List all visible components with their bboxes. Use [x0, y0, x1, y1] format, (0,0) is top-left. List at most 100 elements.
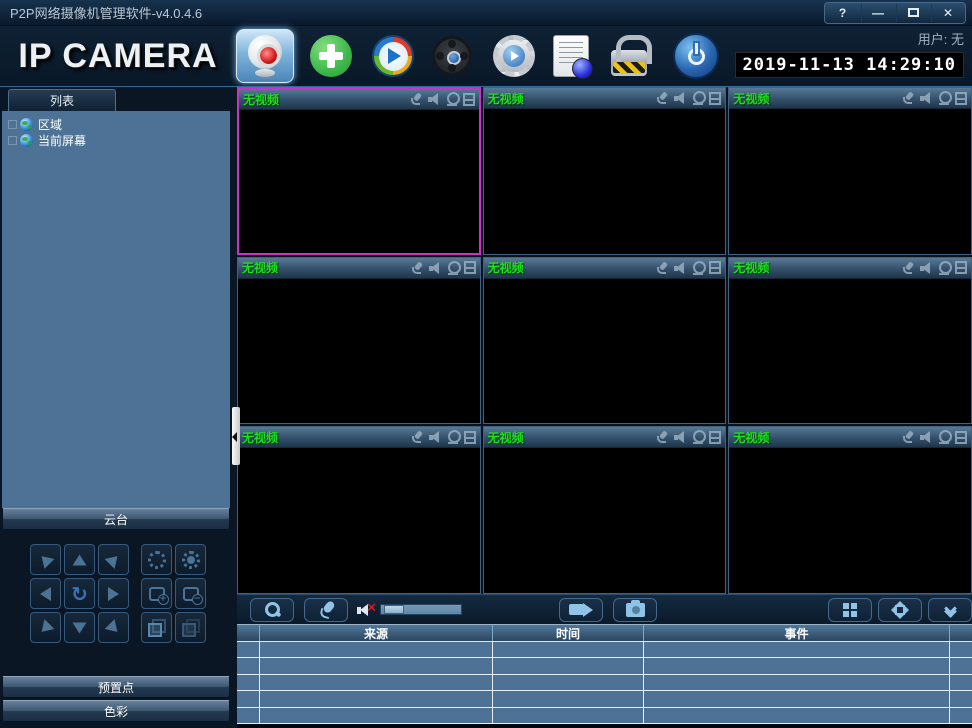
record-icon[interactable] — [709, 431, 721, 444]
mic-icon[interactable] — [410, 261, 424, 275]
mic-icon[interactable] — [901, 91, 915, 105]
snapshot-button[interactable] — [613, 598, 657, 622]
ptz-section-header[interactable]: 云台 — [2, 508, 230, 530]
mute-speaker-icon[interactable]: ✕ — [357, 602, 375, 618]
mic-icon[interactable] — [655, 91, 669, 105]
speaker-icon[interactable] — [427, 92, 441, 106]
record-icon[interactable] — [955, 92, 967, 105]
video-cell-8[interactable]: 无视频 — [483, 426, 727, 594]
add-device-button[interactable] — [294, 35, 352, 77]
iris-close-button[interactable] — [175, 544, 206, 575]
fullscreen-button[interactable] — [878, 598, 922, 622]
minimize-button[interactable]: — — [861, 4, 894, 22]
video-cell-5[interactable]: 无视频 — [483, 257, 727, 425]
mic-icon[interactable] — [410, 430, 424, 444]
tab-list[interactable]: 列表 — [8, 89, 116, 111]
table-row[interactable] — [237, 708, 972, 724]
focus-far-button[interactable] — [175, 612, 206, 643]
sidebar-collapse-handle[interactable] — [232, 407, 240, 465]
mic-icon[interactable] — [409, 92, 423, 106]
camera-icon[interactable] — [691, 261, 705, 275]
maximize-button[interactable] — [896, 4, 929, 22]
tree-item-region[interactable]: 区域 — [2, 116, 230, 132]
record-icon[interactable] — [463, 93, 475, 106]
camera-icon[interactable] — [446, 261, 460, 275]
close-button[interactable]: ✕ — [931, 4, 964, 22]
camera-icon[interactable] — [937, 261, 951, 275]
ptz-right-button[interactable] — [98, 578, 129, 609]
grid-layout-button[interactable] — [828, 598, 872, 622]
table-row[interactable] — [237, 691, 972, 707]
focus-near-button[interactable] — [141, 612, 172, 643]
record-icon[interactable] — [955, 431, 967, 444]
record-icon[interactable] — [709, 261, 721, 274]
record-video-button[interactable] — [559, 598, 603, 622]
help-button[interactable]: ? — [826, 4, 859, 22]
speaker-icon[interactable] — [919, 261, 933, 275]
record-icon[interactable] — [464, 431, 476, 444]
record-icon[interactable] — [709, 92, 721, 105]
speaker-icon[interactable] — [673, 430, 687, 444]
record-icon[interactable] — [464, 261, 476, 274]
table-row[interactable] — [237, 658, 972, 674]
video-cell-3[interactable]: 无视频 — [728, 87, 972, 255]
camera-icon[interactable] — [691, 91, 705, 105]
ptz-up-right-button[interactable] — [98, 544, 129, 575]
camera-icon[interactable] — [937, 91, 951, 105]
column-event[interactable]: 事件 — [644, 625, 950, 641]
mic-icon[interactable] — [901, 430, 915, 444]
video-cell-6[interactable]: 无视频 — [728, 257, 972, 425]
speaker-icon[interactable] — [919, 430, 933, 444]
volume-slider[interactable] — [380, 604, 462, 615]
zoom-out-button[interactable]: − — [175, 578, 206, 609]
ptz-down-right-button[interactable] — [98, 612, 129, 643]
search-button[interactable] — [250, 598, 294, 622]
video-cell-4[interactable]: 无视频 — [237, 257, 481, 425]
speaker-icon[interactable] — [673, 261, 687, 275]
preset-section-header[interactable]: 预置点 — [2, 676, 230, 698]
talk-button[interactable] — [304, 598, 348, 622]
records-button[interactable] — [414, 36, 472, 76]
speaker-icon[interactable] — [919, 91, 933, 105]
volume-slider-handle[interactable] — [384, 605, 404, 614]
speaker-icon[interactable] — [673, 91, 687, 105]
tree-expander[interactable] — [8, 120, 17, 129]
video-cell-2[interactable]: 无视频 — [483, 87, 727, 255]
preview-button[interactable] — [236, 29, 294, 83]
tree-expander[interactable] — [8, 136, 17, 145]
column-source[interactable]: 来源 — [260, 625, 493, 641]
column-extra[interactable] — [950, 625, 972, 641]
camera-icon[interactable] — [691, 430, 705, 444]
video-cell-1[interactable]: 无视频 — [237, 87, 481, 255]
tree-item-current-screen[interactable]: 当前屏幕 — [2, 132, 230, 148]
log-button[interactable] — [535, 35, 589, 77]
column-index[interactable] — [237, 625, 260, 641]
ptz-down-left-button[interactable] — [30, 612, 61, 643]
color-section-header[interactable]: 色彩 — [2, 700, 230, 722]
collapse-panel-button[interactable] — [928, 598, 972, 622]
column-time[interactable]: 时间 — [493, 625, 644, 641]
lock-button[interactable] — [589, 36, 647, 76]
ptz-up-left-button[interactable] — [30, 544, 61, 575]
speaker-icon[interactable] — [428, 261, 442, 275]
speaker-icon[interactable] — [428, 430, 442, 444]
table-row[interactable] — [237, 675, 972, 691]
record-icon[interactable] — [955, 261, 967, 274]
video-cell-9[interactable]: 无视频 — [728, 426, 972, 594]
table-row[interactable] — [237, 642, 972, 658]
video-cell-7[interactable]: 无视频 — [237, 426, 481, 594]
camera-icon[interactable] — [937, 430, 951, 444]
mic-icon[interactable] — [901, 261, 915, 275]
iris-open-button[interactable] — [141, 544, 172, 575]
power-button[interactable] — [647, 33, 719, 79]
mic-icon[interactable] — [655, 261, 669, 275]
camera-icon[interactable] — [445, 92, 459, 106]
ptz-down-button[interactable] — [64, 612, 95, 643]
ptz-left-button[interactable] — [30, 578, 61, 609]
zoom-in-button[interactable]: + — [141, 578, 172, 609]
ptz-auto-pan-button[interactable]: ↻ — [64, 578, 95, 609]
mic-icon[interactable] — [655, 430, 669, 444]
playback-button[interactable] — [352, 35, 414, 77]
settings-button[interactable] — [472, 35, 535, 77]
camera-icon[interactable] — [446, 430, 460, 444]
